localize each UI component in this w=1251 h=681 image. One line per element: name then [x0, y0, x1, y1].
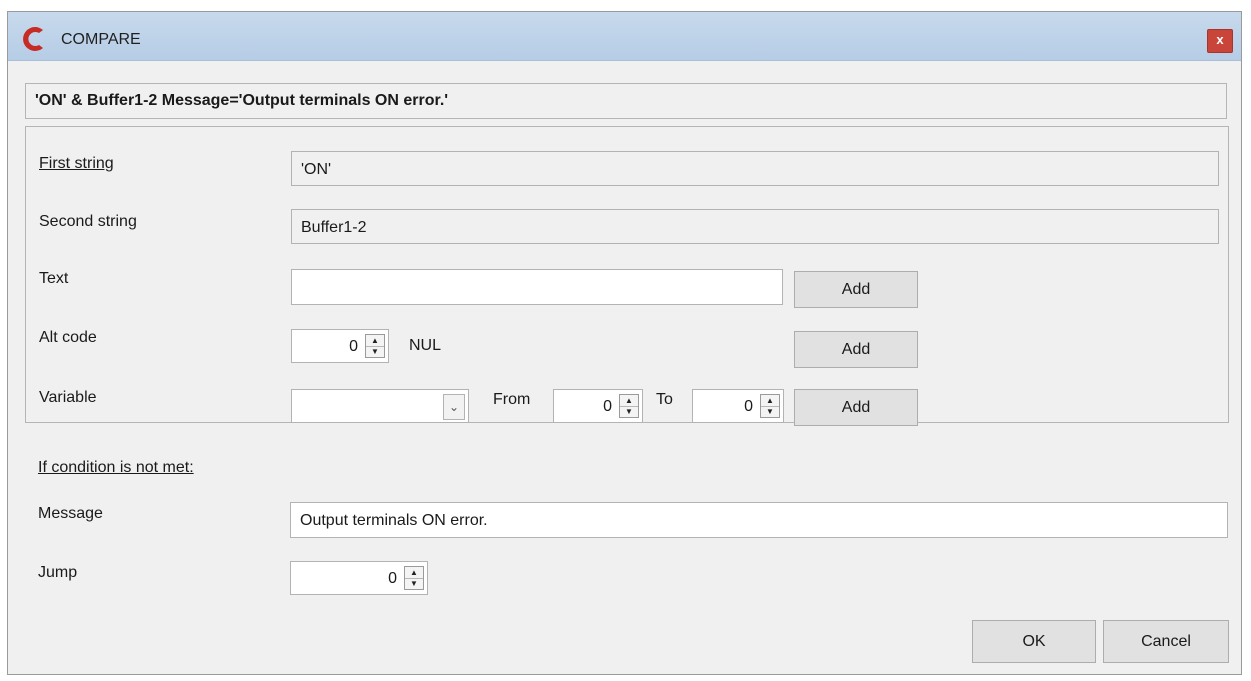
alt-code-char-name: NUL — [409, 337, 442, 354]
jump-stepper[interactable]: 0 ▲ ▼ — [290, 561, 428, 595]
text-input[interactable] — [291, 269, 783, 305]
spin-down-icon[interactable]: ▼ — [620, 406, 638, 417]
from-value: 0 — [603, 398, 612, 415]
alt-code-stepper[interactable]: 0 ▲ ▼ — [291, 329, 389, 363]
jump-value: 0 — [388, 570, 397, 587]
to-value: 0 — [744, 398, 753, 415]
c-logo-icon — [23, 27, 43, 51]
cancel-button[interactable]: Cancel — [1103, 620, 1229, 663]
title-bar: COMPARE x — [8, 12, 1241, 61]
close-button[interactable]: x — [1207, 29, 1233, 53]
second-string-field[interactable]: Buffer1-2 — [291, 209, 1219, 244]
jump-label: Jump — [38, 564, 78, 581]
text-label: Text — [39, 270, 69, 287]
summary-bar: 'ON' & Buffer1-2 Message='Output termina… — [25, 83, 1227, 119]
second-string-label: Second string — [39, 213, 137, 230]
alt-code-label: Alt code — [39, 329, 97, 346]
first-string-field[interactable]: 'ON' — [291, 151, 1219, 186]
compare-dialog: COMPARE x 'ON' & Buffer1-2 Message='Outp… — [7, 11, 1242, 675]
spinner-arrows: ▲ ▼ — [365, 334, 385, 358]
ok-button[interactable]: OK — [972, 620, 1096, 663]
first-string-label: First string — [39, 155, 114, 172]
chevron-down-icon[interactable]: ⌄ — [443, 394, 465, 420]
from-stepper[interactable]: 0 ▲ ▼ — [553, 389, 643, 423]
variable-add-button[interactable]: Add — [794, 389, 918, 426]
spin-down-icon[interactable]: ▼ — [405, 578, 423, 589]
to-stepper[interactable]: 0 ▲ ▼ — [692, 389, 784, 423]
to-label: To — [656, 391, 673, 408]
condition-heading: If condition is not met: — [38, 459, 194, 476]
alt-code-add-button[interactable]: Add — [794, 331, 918, 368]
alt-code-value: 0 — [349, 338, 358, 355]
spinner-arrows: ▲ ▼ — [404, 566, 424, 590]
spinner-arrows: ▲ ▼ — [760, 394, 780, 418]
message-label: Message — [38, 505, 103, 522]
message-input[interactable]: Output terminals ON error. — [290, 502, 1228, 538]
compare-group: First string 'ON' Second string Buffer1-… — [25, 126, 1229, 426]
spin-down-icon[interactable]: ▼ — [761, 406, 779, 417]
spin-down-icon[interactable]: ▼ — [366, 346, 384, 357]
spinner-arrows: ▲ ▼ — [619, 394, 639, 418]
from-label: From — [493, 391, 531, 408]
text-add-button[interactable]: Add — [794, 271, 918, 308]
close-icon: x — [1216, 32, 1224, 47]
variable-select[interactable]: ⌄ — [291, 389, 469, 423]
variable-label: Variable — [39, 389, 97, 406]
window-title: COMPARE — [61, 31, 141, 48]
